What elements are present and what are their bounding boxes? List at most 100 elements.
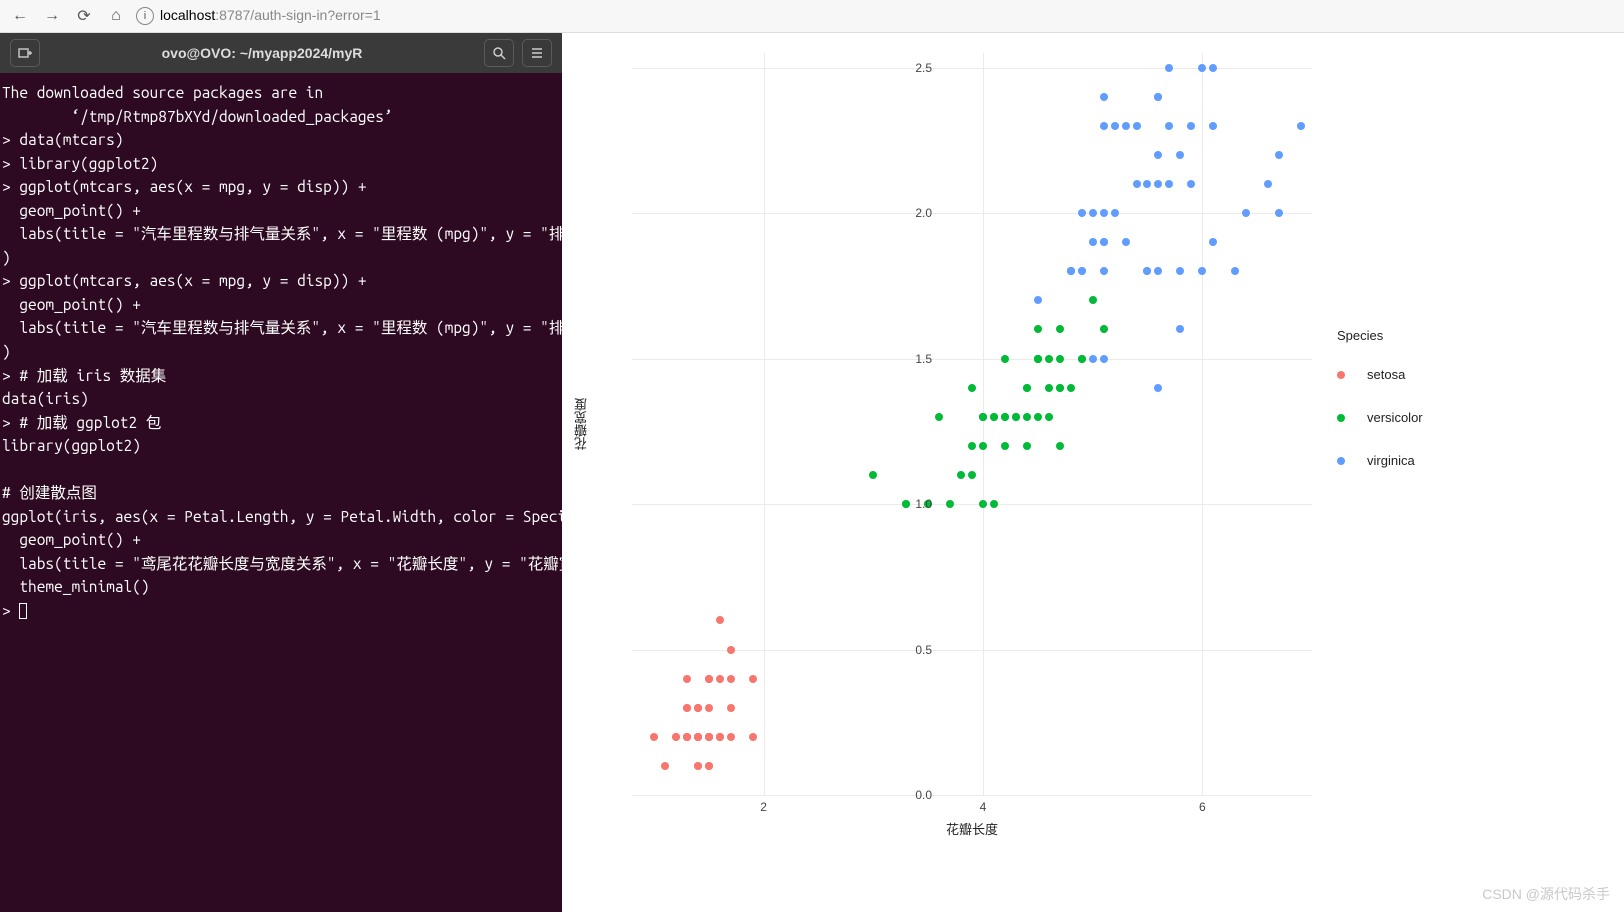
data-point <box>1045 413 1053 421</box>
data-point <box>1012 413 1020 421</box>
legend-label: virginica <box>1367 453 1415 468</box>
scatter-plot <box>632 53 1312 795</box>
data-point <box>749 675 757 683</box>
data-point <box>1264 180 1272 188</box>
data-point <box>1089 209 1097 217</box>
legend: Species setosaversicolorvirginica <box>1337 328 1423 496</box>
data-point <box>650 733 658 741</box>
data-point <box>1187 122 1195 130</box>
new-tab-button[interactable] <box>10 39 40 67</box>
data-point <box>1209 122 1217 130</box>
address-bar[interactable]: i localhost:8787/auth-sign-in?error=1 <box>136 7 1616 25</box>
data-point <box>1067 267 1075 275</box>
data-point <box>1100 325 1108 333</box>
data-point <box>1100 209 1108 217</box>
data-point <box>694 704 702 712</box>
data-point <box>1154 93 1162 101</box>
reload-button[interactable]: ⟳ <box>72 4 96 28</box>
data-point <box>1297 122 1305 130</box>
data-point <box>1275 209 1283 217</box>
data-point <box>683 704 691 712</box>
home-button[interactable]: ⌂ <box>104 4 128 28</box>
x-tick-label: 6 <box>1192 800 1212 814</box>
data-point <box>1100 238 1108 246</box>
data-point <box>935 413 943 421</box>
data-point <box>705 762 713 770</box>
legend-dot-icon <box>1337 371 1345 379</box>
x-axis-label: 花瓣长度 <box>946 819 998 838</box>
legend-dot-icon <box>1337 414 1345 422</box>
data-point <box>1143 180 1151 188</box>
data-point <box>1001 442 1009 450</box>
y-axis-label: 花瓣宽度 <box>572 398 591 450</box>
data-point <box>1176 325 1184 333</box>
search-button[interactable] <box>484 39 514 67</box>
data-point <box>869 471 877 479</box>
terminal-output[interactable]: The downloaded source packages are in ‘/… <box>0 73 562 912</box>
data-point <box>1275 151 1283 159</box>
y-tick-label: 1.0 <box>892 497 932 511</box>
data-point <box>1045 384 1053 392</box>
x-tick-label: 4 <box>973 800 993 814</box>
data-point <box>1078 267 1086 275</box>
data-point <box>1100 122 1108 130</box>
data-point <box>1078 355 1086 363</box>
legend-item-virginica: virginica <box>1337 453 1423 468</box>
data-point <box>661 762 669 770</box>
data-point <box>1023 384 1031 392</box>
data-point <box>1089 296 1097 304</box>
data-point <box>1034 325 1042 333</box>
data-point <box>1154 180 1162 188</box>
url-path: :8787/auth-sign-in?error=1 <box>215 7 380 23</box>
terminal-panel: ovo@OVO: ~/myapp2024/myR The downloaded … <box>0 33 562 912</box>
terminal-title: ovo@OVO: ~/myapp2024/myR <box>162 45 363 61</box>
data-point <box>1089 238 1097 246</box>
y-tick-label: 2.5 <box>892 61 932 75</box>
y-tick-label: 0.0 <box>892 788 932 802</box>
data-point <box>1133 122 1141 130</box>
data-point <box>749 733 757 741</box>
data-point <box>1067 384 1075 392</box>
data-point <box>1100 355 1108 363</box>
data-point <box>1176 267 1184 275</box>
data-point <box>1001 355 1009 363</box>
legend-item-versicolor: versicolor <box>1337 410 1423 425</box>
data-point <box>716 733 724 741</box>
data-point <box>672 733 680 741</box>
data-point <box>727 675 735 683</box>
data-point <box>1154 151 1162 159</box>
data-point <box>1165 122 1173 130</box>
data-point <box>1056 325 1064 333</box>
data-point <box>1154 384 1162 392</box>
data-point <box>1154 267 1162 275</box>
data-point <box>727 646 735 654</box>
menu-button[interactable] <box>522 39 552 67</box>
data-point <box>990 500 998 508</box>
legend-title: Species <box>1337 328 1423 343</box>
data-point <box>1078 209 1086 217</box>
data-point <box>1023 442 1031 450</box>
forward-button[interactable]: → <box>40 4 64 28</box>
data-point <box>1111 122 1119 130</box>
y-tick-label: 1.5 <box>892 352 932 366</box>
data-point <box>1209 238 1217 246</box>
x-tick-label: 2 <box>754 800 774 814</box>
url-host: localhost <box>160 7 215 23</box>
data-point <box>705 675 713 683</box>
data-point <box>1045 355 1053 363</box>
data-point <box>968 442 976 450</box>
data-point <box>716 675 724 683</box>
legend-label: versicolor <box>1367 410 1423 425</box>
data-point <box>683 733 691 741</box>
browser-toolbar: ← → ⟳ ⌂ i localhost:8787/auth-sign-in?er… <box>0 0 1624 33</box>
data-point <box>968 384 976 392</box>
data-point <box>705 704 713 712</box>
data-point <box>1001 413 1009 421</box>
data-point <box>1176 151 1184 159</box>
data-point <box>1242 209 1250 217</box>
data-point <box>1187 180 1195 188</box>
data-point <box>1034 413 1042 421</box>
data-point <box>957 471 965 479</box>
back-button[interactable]: ← <box>8 4 32 28</box>
data-point <box>1133 180 1141 188</box>
